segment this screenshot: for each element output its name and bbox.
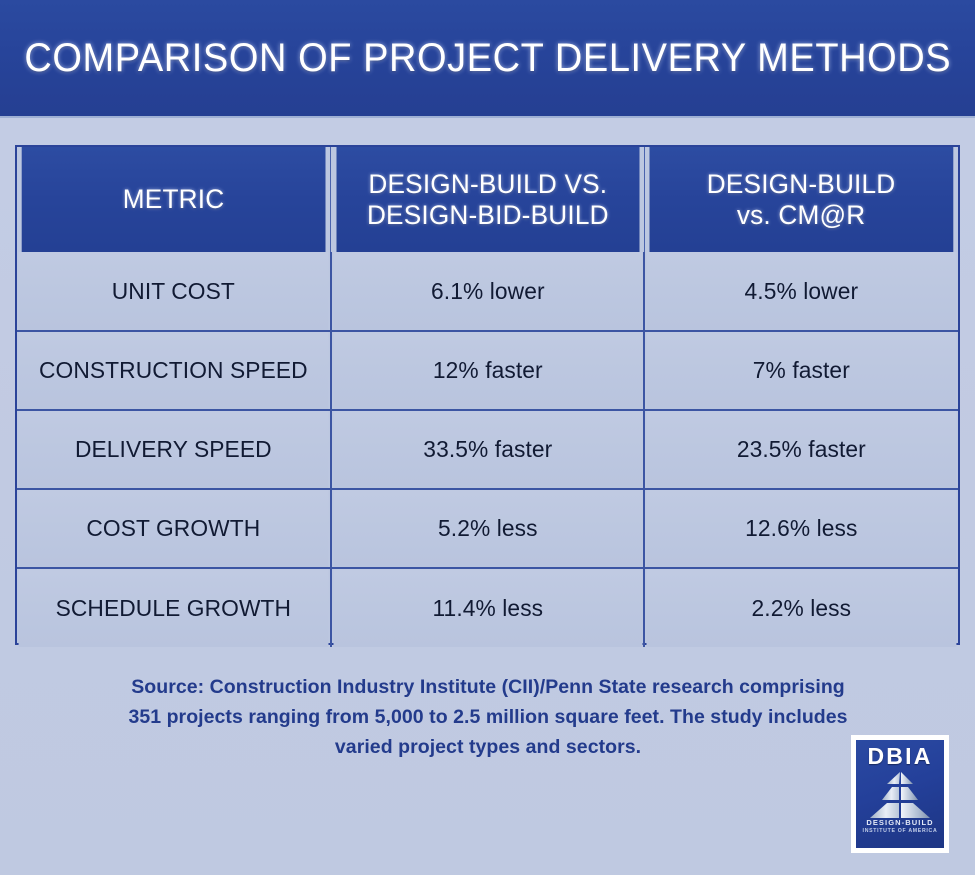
- dbia-logo-subtitle-line2: INSTITUTE OF AMERICA: [862, 828, 938, 835]
- cell-db-vs-dbb: 12% faster: [332, 330, 644, 410]
- cell-metric: DELIVERY SPEED: [18, 409, 331, 489]
- comparison-table-grid: METRIC DESIGN-BUILD VS. DESIGN-BID-BUILD…: [17, 147, 958, 647]
- column-header-db-vs-cmar-line2: vs. CM@R: [737, 199, 866, 230]
- page-title: COMPARISON OF PROJECT DELIVERY METHODS: [24, 35, 951, 80]
- source-note-line1: Source: Construction Industry Institute …: [131, 676, 845, 698]
- source-note: Source: Construction Industry Institute …: [48, 672, 928, 763]
- column-header-db-vs-dbb: DESIGN-BUILD VS. DESIGN-BID-BUILD: [335, 147, 641, 252]
- cell-db-vs-dbb: 11.4% less: [332, 567, 644, 647]
- table-row: CONSTRUCTION SPEED 12% faster 7% faster: [17, 330, 958, 410]
- dbia-logo-plate: DBIA DESIGN-BUILD INSTITUTE OF AMERICA: [853, 737, 947, 851]
- column-header-db-vs-dbb-line1: DESIGN-BUILD VS.: [368, 169, 607, 200]
- dbia-logo-subtitle-line1: DESIGN-BUILD: [866, 818, 934, 828]
- source-note-line2: 351 projects ranging from 5,000 to 2.5 m…: [128, 706, 848, 729]
- column-header-metric: METRIC: [21, 147, 327, 252]
- dbia-logo-subtitle: DESIGN-BUILD INSTITUTE OF AMERICA: [856, 819, 944, 835]
- table-header: METRIC DESIGN-BUILD VS. DESIGN-BID-BUILD…: [17, 147, 958, 252]
- cell-metric: UNIT COST: [18, 252, 331, 331]
- table-row: DELIVERY SPEED 33.5% faster 23.5% faster: [17, 409, 958, 489]
- cell-metric: COST GROWTH: [18, 488, 331, 568]
- cell-db-vs-cmar: 23.5% faster: [645, 409, 957, 489]
- cell-metric: CONSTRUCTION SPEED: [18, 330, 331, 410]
- column-header-db-vs-cmar: DESIGN-BUILD vs. CM@R: [649, 147, 954, 252]
- cell-db-vs-dbb: 33.5% faster: [332, 409, 644, 489]
- column-header-metric-line1: METRIC: [122, 184, 225, 215]
- table-body: UNIT COST 6.1% lower 4.5% lower CONSTRUC…: [17, 252, 958, 647]
- table-row: UNIT COST 6.1% lower 4.5% lower: [17, 252, 958, 331]
- table-row: COST GROWTH 5.2% less 12.6% less: [17, 488, 958, 568]
- table-row: SCHEDULE GROWTH 11.4% less 2.2% less: [17, 567, 958, 647]
- cell-db-vs-cmar: 7% faster: [645, 330, 957, 410]
- source-note-line3: varied project types and sectors.: [334, 736, 642, 759]
- cell-metric: SCHEDULE GROWTH: [18, 567, 331, 647]
- cell-db-vs-dbb: 6.1% lower: [332, 252, 644, 331]
- dbia-logo: DBIA DESIGN-BUILD INSTITUTE OF AMERICA: [851, 735, 949, 853]
- comparison-table: METRIC DESIGN-BUILD VS. DESIGN-BID-BUILD…: [15, 145, 960, 647]
- cell-db-vs-dbb: 5.2% less: [332, 488, 644, 568]
- column-header-db-vs-cmar-line1: DESIGN-BUILD: [707, 169, 896, 200]
- dbia-pyramid-icon: [865, 771, 935, 821]
- infographic-poster: COMPARISON OF PROJECT DELIVERY METHODS M…: [0, 0, 975, 875]
- title-banner: COMPARISON OF PROJECT DELIVERY METHODS: [0, 0, 975, 118]
- column-header-db-vs-dbb-line2: DESIGN-BID-BUILD: [366, 199, 609, 230]
- table-header-row: METRIC DESIGN-BUILD VS. DESIGN-BID-BUILD…: [17, 147, 958, 252]
- cell-db-vs-cmar: 2.2% less: [645, 567, 957, 647]
- cell-db-vs-cmar: 12.6% less: [645, 488, 957, 568]
- dbia-wordmark: DBIA: [867, 743, 933, 769]
- cell-db-vs-cmar: 4.5% lower: [645, 252, 957, 331]
